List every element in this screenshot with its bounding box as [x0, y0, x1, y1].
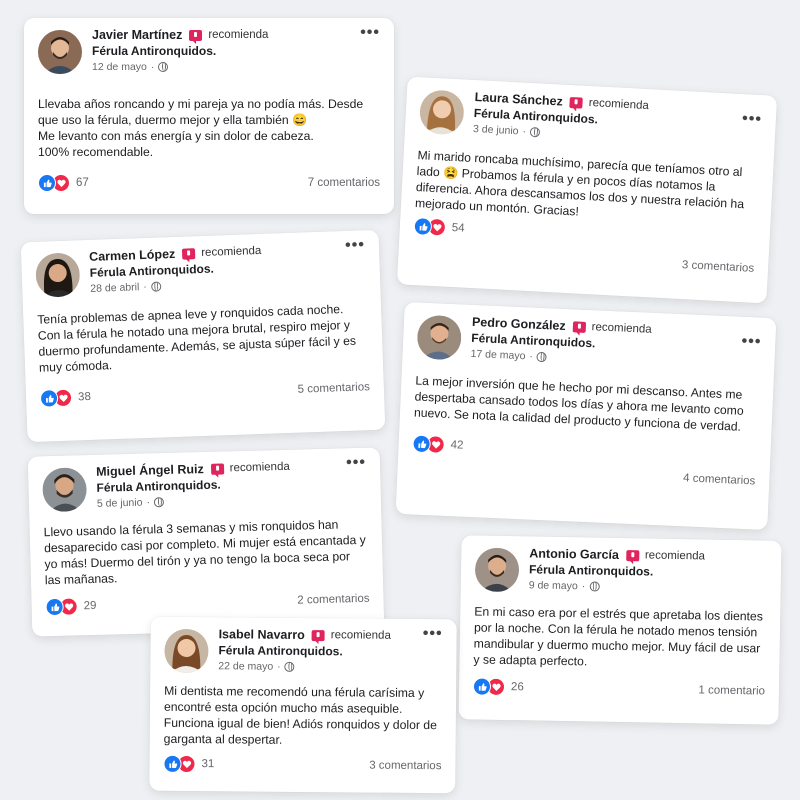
reaction-count: 38 — [77, 390, 92, 404]
recommend-label: recomienda — [588, 96, 650, 113]
author-name[interactable]: Carmen López — [89, 247, 176, 264]
review-card: Miguel Ángel Ruiz recomienda Férula Anti… — [27, 447, 385, 637]
globe-icon — [536, 351, 548, 363]
more-options-icon[interactable]: ••• — [742, 110, 763, 128]
avatar[interactable] — [38, 30, 82, 74]
more-options-icon[interactable]: ••• — [741, 333, 762, 351]
recommend-icon — [311, 629, 325, 641]
review-card: Carmen López recomienda Férula Antironqu… — [20, 229, 386, 443]
review-card: Javier Martínez recomienda Férula Antiro… — [24, 18, 394, 214]
author-name[interactable]: Pedro González — [472, 315, 566, 333]
globe-icon — [589, 581, 600, 592]
post-text: Mi dentista me recomendó una férula carí… — [163, 683, 437, 747]
post-text: Llevaba años roncando y mi pareja ya no … — [38, 97, 364, 159]
like-icon — [45, 597, 64, 617]
post-text: Llevo usando la férula 3 semanas y mis r… — [43, 517, 366, 588]
post-date[interactable]: 3 de junio — [473, 123, 519, 137]
avatar[interactable] — [35, 252, 81, 298]
post-text: Tenía problemas de apnea leve y ronquido… — [37, 302, 357, 375]
globe-icon — [158, 62, 169, 72]
reaction-count: 26 — [510, 681, 524, 694]
recommend-icon — [210, 463, 224, 475]
avatar[interactable] — [416, 314, 463, 361]
comments-link[interactable]: 3 comentarios — [682, 259, 755, 275]
comments-link[interactable]: 4 comentarios — [683, 472, 756, 487]
recommend-icon — [569, 96, 584, 109]
recommend-label: recomienda — [229, 460, 290, 475]
post-date[interactable]: 12 de mayo — [92, 61, 147, 73]
more-options-icon[interactable]: ••• — [346, 454, 366, 472]
review-card: Pedro González recomienda Férula Antiron… — [395, 301, 777, 531]
post-date[interactable]: 9 de mayo — [529, 579, 578, 592]
comments-link[interactable]: 3 comentarios — [369, 760, 441, 773]
post-date[interactable]: 22 de mayo — [218, 660, 273, 672]
avatar[interactable] — [418, 89, 465, 136]
comments-link[interactable]: 7 comentarios — [308, 177, 380, 189]
author-name[interactable]: Antonio García — [529, 546, 619, 562]
reactions[interactable]: 38 — [39, 388, 92, 408]
post-date[interactable]: 5 de junio — [97, 497, 143, 510]
post-text: La mejor inversión que he hecho por mi d… — [413, 373, 744, 434]
reaction-count: 29 — [83, 599, 97, 613]
like-icon — [163, 754, 182, 773]
like-icon — [39, 389, 59, 408]
reactions[interactable]: 31 — [163, 754, 215, 774]
post-text: En mi caso era por el estrés que apretab… — [473, 604, 763, 669]
like-icon — [38, 174, 56, 192]
review-card: Laura Sánchez recomienda Férula Antironq… — [396, 76, 778, 304]
post-text: Mi marido roncaba muchísimo, parecía que… — [414, 148, 745, 219]
comments-link[interactable]: 5 comentarios — [297, 381, 370, 396]
globe-icon — [284, 661, 295, 672]
product-name[interactable]: Férula Antironquidos. — [529, 562, 767, 580]
recommend-label: recomienda — [208, 29, 269, 41]
more-options-icon[interactable]: ••• — [423, 625, 443, 642]
globe-icon — [153, 497, 165, 508]
more-options-icon[interactable]: ••• — [360, 25, 380, 41]
recommend-icon — [625, 549, 639, 561]
product-name[interactable]: Férula Antironquidos. — [92, 44, 360, 58]
recommend-label: recomienda — [330, 629, 391, 642]
reactions[interactable]: 54 — [413, 217, 465, 238]
review-card: Antonio García recomienda Férula Antiron… — [458, 535, 782, 725]
reaction-count: 67 — [76, 177, 89, 189]
recommend-icon — [572, 320, 586, 333]
avatar[interactable] — [42, 467, 88, 513]
comments-link[interactable]: 1 comentario — [698, 684, 765, 697]
reaction-count: 54 — [451, 221, 465, 235]
like-icon — [472, 677, 492, 696]
post-date[interactable]: 17 de mayo — [470, 348, 525, 362]
reactions[interactable]: 42 — [412, 434, 464, 454]
reactions[interactable]: 67 — [38, 174, 89, 192]
recommend-icon — [189, 29, 203, 44]
globe-icon — [529, 126, 541, 138]
author-name[interactable]: Javier Martínez — [92, 28, 182, 42]
comments-link[interactable]: 2 comentarios — [297, 593, 370, 607]
recommend-icon — [182, 247, 196, 260]
avatar[interactable] — [164, 628, 209, 674]
author-name[interactable]: Isabel Navarro — [219, 627, 305, 642]
reactions[interactable]: 29 — [45, 597, 97, 617]
author-name[interactable]: Miguel Ángel Ruiz — [96, 462, 204, 479]
recommend-label: recomienda — [644, 549, 706, 563]
recommend-label: recomienda — [201, 244, 262, 260]
review-card: Isabel Navarro recomienda Férula Antiron… — [149, 616, 457, 794]
reactions[interactable]: 26 — [472, 677, 524, 697]
more-options-icon[interactable]: ••• — [345, 236, 365, 254]
globe-icon — [150, 281, 161, 292]
avatar[interactable] — [474, 547, 520, 593]
recommend-label: recomienda — [591, 321, 652, 336]
reaction-count: 42 — [450, 439, 464, 452]
reaction-count: 31 — [201, 758, 215, 771]
product-name[interactable]: Férula Antironquidos. — [218, 643, 422, 659]
post-date[interactable]: 28 de abril — [90, 281, 139, 295]
